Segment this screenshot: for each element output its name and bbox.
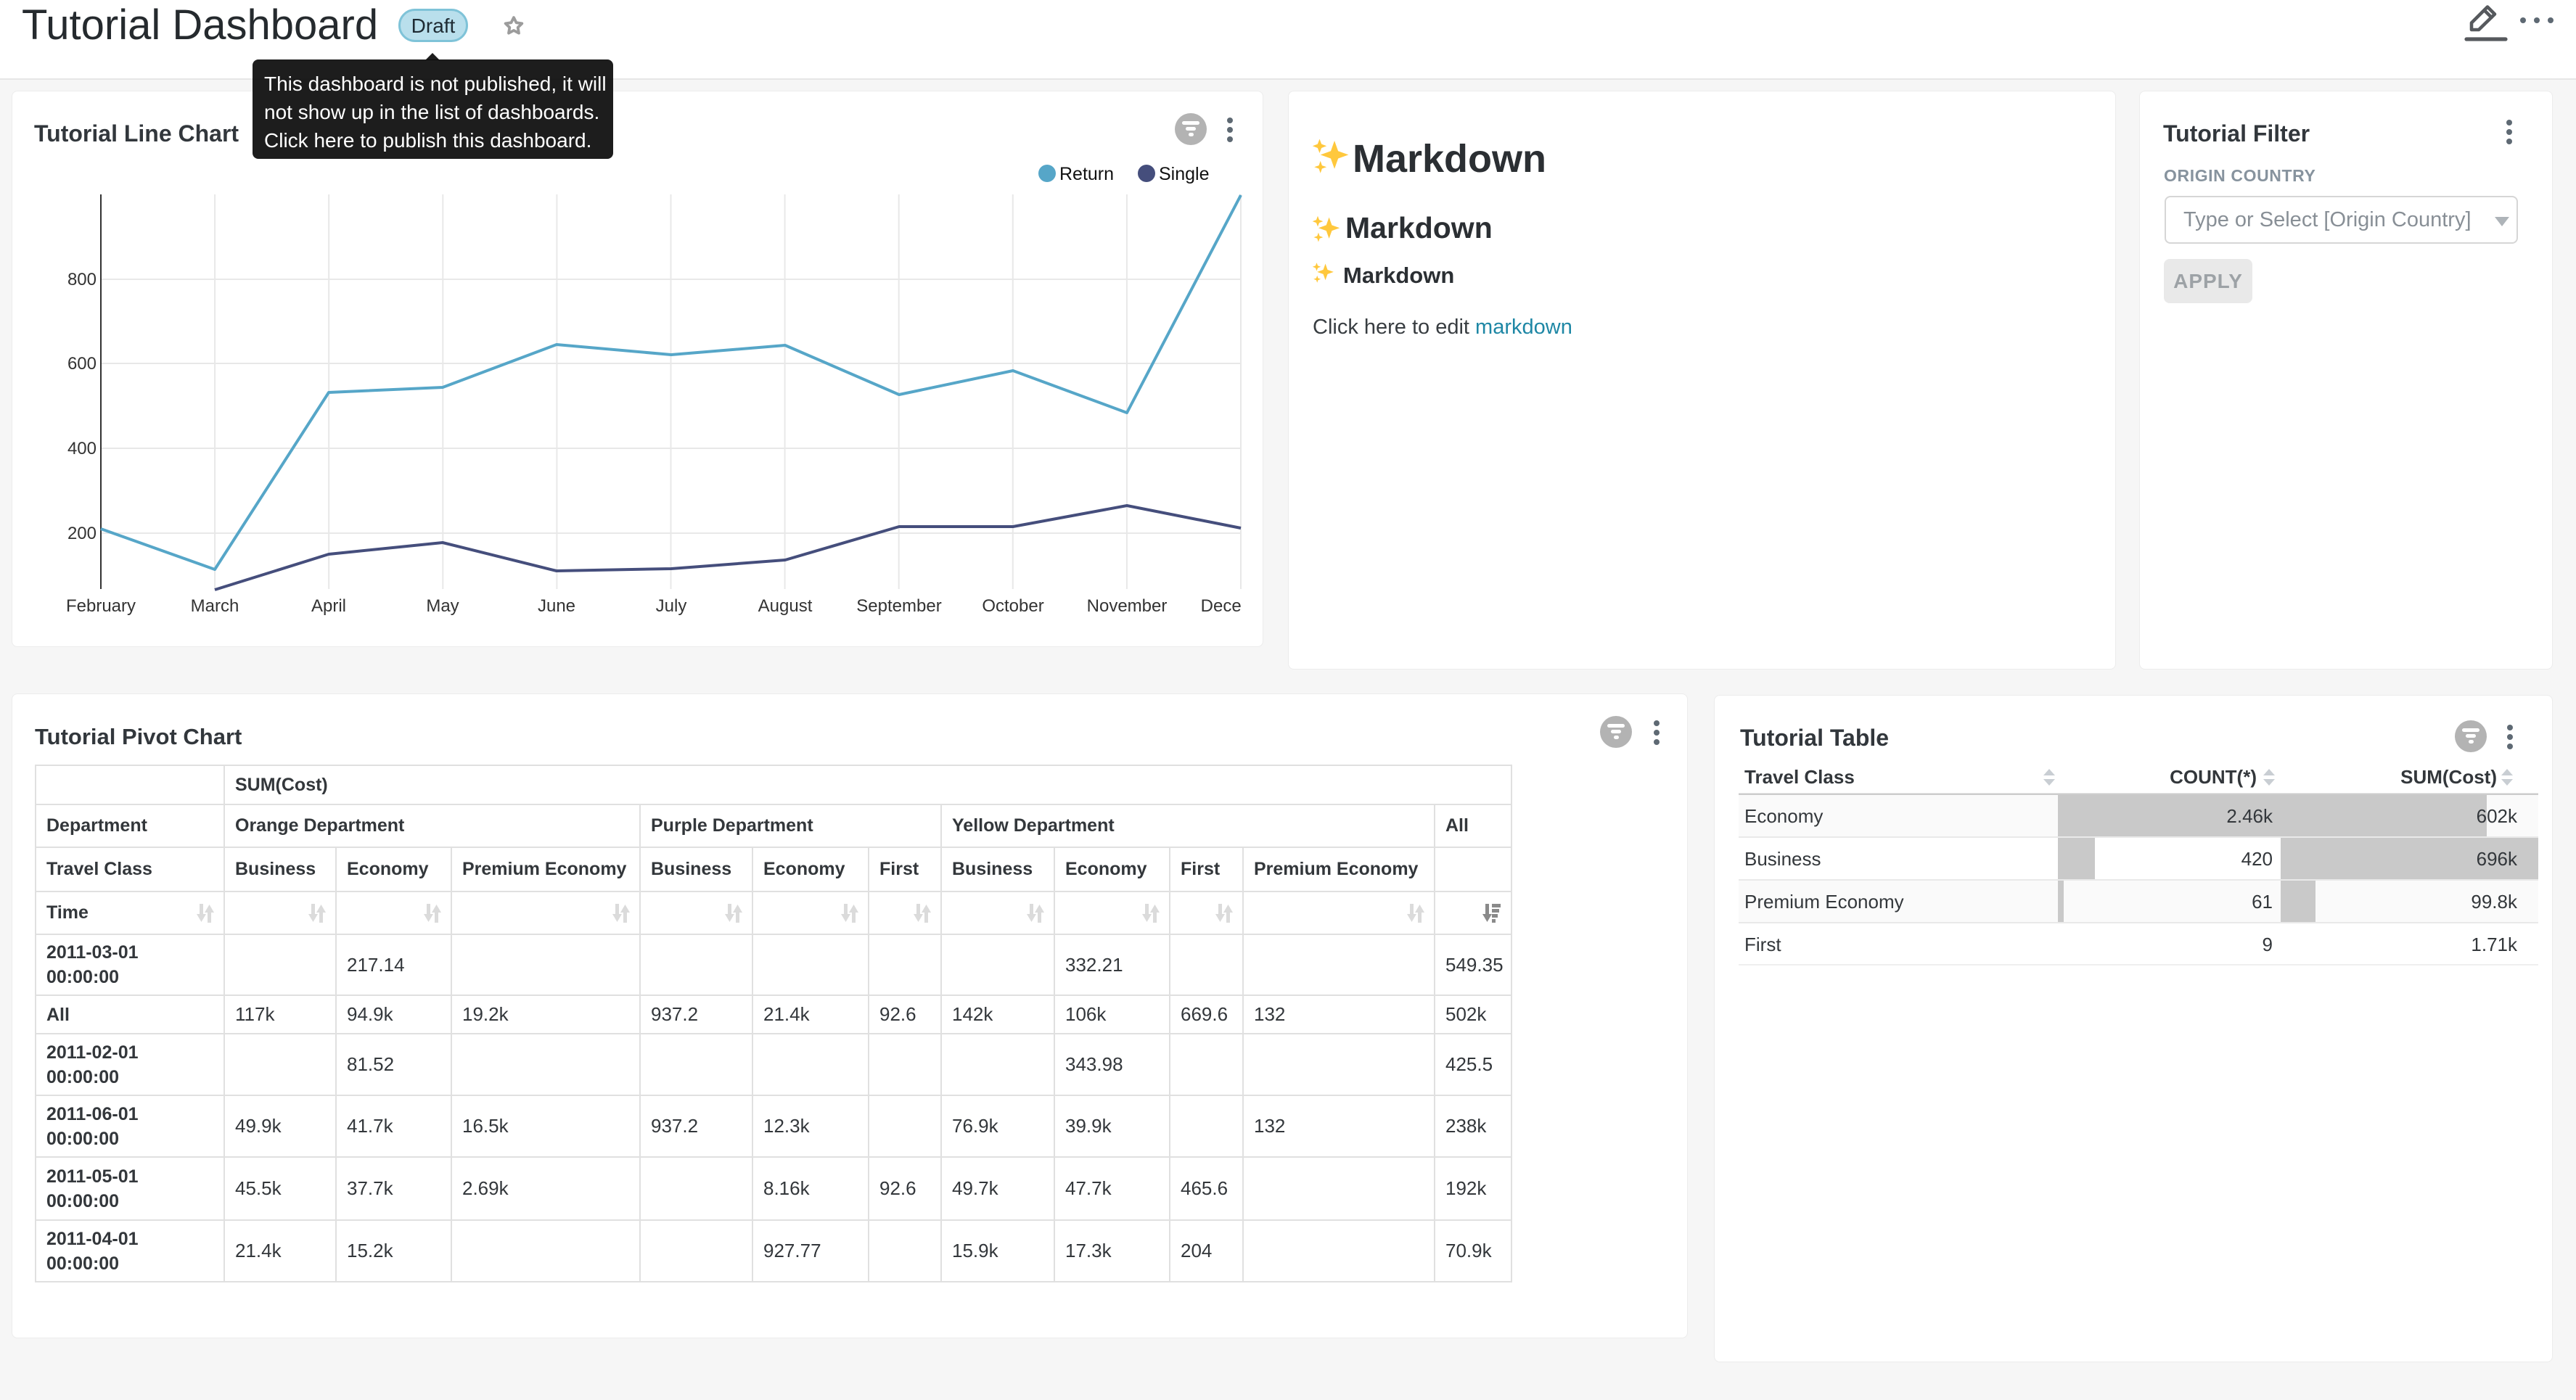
svg-text:Economy: Economy	[1744, 805, 1823, 827]
svg-text:2.46k: 2.46k	[2226, 805, 2273, 827]
svg-text:April: April	[311, 596, 346, 616]
svg-text:COUNT(*): COUNT(*)	[2170, 766, 2257, 788]
svg-text:SUM(Cost): SUM(Cost)	[2400, 766, 2497, 788]
svg-text:March: March	[191, 596, 239, 616]
svg-text:420: 420	[2241, 848, 2273, 870]
svg-text:December: December	[1201, 596, 1242, 616]
svg-text:800: 800	[67, 270, 97, 289]
svg-text:February: February	[66, 596, 136, 616]
svg-text:696k: 696k	[2477, 848, 2518, 870]
svg-text:61: 61	[2252, 891, 2273, 913]
svg-text:Business: Business	[1744, 848, 1821, 870]
svg-text:200: 200	[67, 524, 97, 543]
svg-text:400: 400	[67, 439, 97, 458]
svg-text:October: October	[982, 596, 1043, 616]
svg-text:Premium Economy: Premium Economy	[1744, 891, 1904, 913]
svg-text:1.71k: 1.71k	[2471, 934, 2518, 955]
svg-text:May: May	[426, 596, 459, 616]
svg-text:July: July	[656, 596, 687, 616]
svg-text:November: November	[1087, 596, 1168, 616]
svg-text:June: June	[538, 596, 575, 616]
svg-text:Return: Return	[1059, 164, 1114, 184]
svg-text:99.8k: 99.8k	[2471, 891, 2518, 913]
svg-text:602k: 602k	[2477, 805, 2518, 827]
svg-text:September: September	[856, 596, 941, 616]
svg-text:First: First	[1744, 934, 1781, 955]
svg-text:Travel Class: Travel Class	[1744, 766, 1855, 788]
svg-text:August: August	[758, 596, 813, 616]
svg-text:600: 600	[67, 354, 97, 374]
svg-text:9: 9	[2263, 934, 2273, 955]
svg-text:Single: Single	[1159, 164, 1210, 184]
